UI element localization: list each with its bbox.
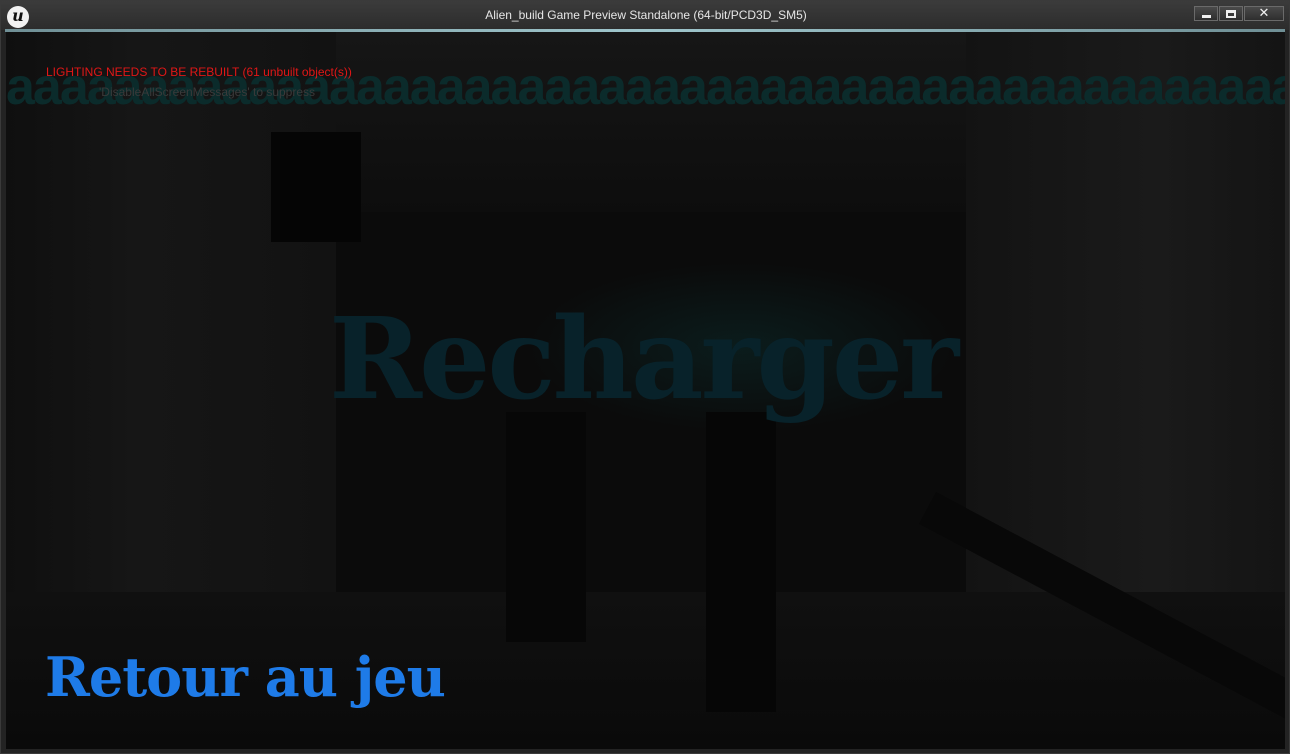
minimize-icon [1201,14,1211,18]
game-viewport[interactable]: aaaaaaaaaaaaaaaaaaaaaaaaaaaaaaaaaaaaaaaa… [6,32,1285,749]
close-button[interactable]: ✕ [1244,6,1284,21]
title-bar[interactable]: u Alien_build Game Preview Standalone (6… [1,1,1289,30]
close-icon: ✕ [1258,6,1270,21]
minimize-button[interactable] [1194,6,1218,21]
window-title: Alien_build Game Preview Standalone (64-… [485,8,807,22]
maximize-button[interactable] [1219,6,1243,21]
reload-button[interactable]: Recharger [329,290,959,430]
scene-pillar [506,412,586,642]
lighting-warning: LIGHTING NEEDS TO BE REBUILT (61 unbuilt… [46,65,352,79]
game-preview-window: u Alien_build Game Preview Standalone (6… [0,0,1290,754]
scene-lamp [271,132,361,242]
return-to-game-button[interactable]: Retour au jeu [45,644,446,710]
scene-pillar-2 [706,412,776,712]
maximize-icon [1226,9,1236,18]
suppress-hint: 'DisableAllScreenMessages' to suppress [99,85,316,99]
